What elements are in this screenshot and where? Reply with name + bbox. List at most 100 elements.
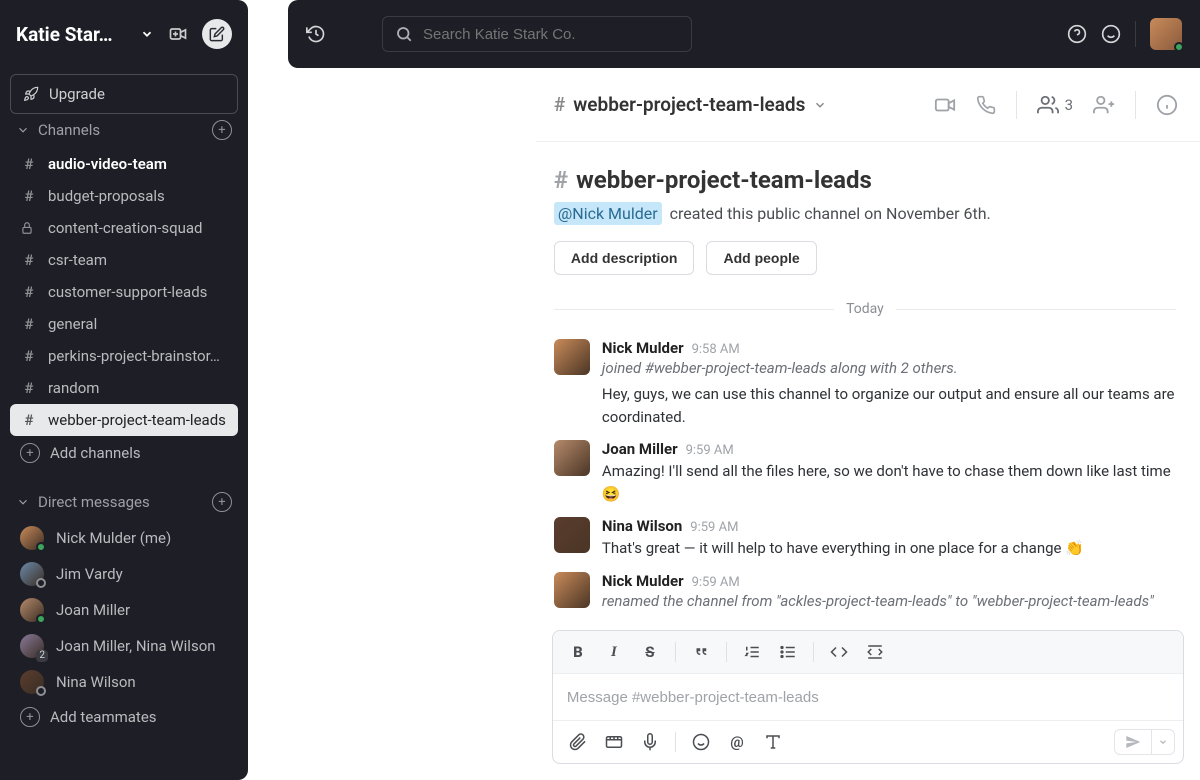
italic-button[interactable]: I	[597, 637, 631, 667]
send-options-button[interactable]	[1152, 733, 1174, 751]
phone-icon[interactable]	[976, 95, 996, 115]
composer: B I S @	[552, 630, 1184, 764]
message-author[interactable]: Nick Mulder	[602, 339, 684, 357]
codeblock-button[interactable]	[858, 637, 892, 667]
channel-item[interactable]: # customer-support-leads	[10, 276, 238, 308]
channel-item[interactable]: #webber-project-team-leads	[10, 404, 238, 436]
hash-icon: #	[20, 379, 38, 397]
video-clip-icon[interactable]	[597, 727, 631, 757]
strike-button[interactable]: S	[633, 637, 667, 667]
add-teammates-button[interactable]: + Add teammates	[10, 700, 238, 734]
hash-icon: #	[20, 411, 38, 429]
formatting-toolbar: B I S	[553, 631, 1183, 674]
code-button[interactable]	[822, 637, 856, 667]
channel-name: content-creation-squad	[48, 219, 203, 237]
channel-item[interactable]: # general	[10, 308, 238, 340]
dm-item[interactable]: Jim Vardy	[10, 556, 238, 592]
system-text: renamed the channel from "ackles-project…	[602, 592, 1176, 610]
channel-name: csr-team	[48, 251, 107, 269]
hash-icon: #	[20, 283, 38, 301]
channel-created-line: @Nick Mulder created this public channel…	[554, 204, 1176, 223]
channel-item[interactable]: #budget-proposals	[10, 180, 238, 212]
channel-item[interactable]: # audio-video-team	[10, 148, 238, 180]
channel-item[interactable]: content-creation-squad	[10, 212, 238, 244]
hash-icon: #	[20, 315, 38, 333]
channel-name: perkins-project-brainstor…	[48, 347, 220, 365]
main: # webber-project-team-leads 3 # web	[536, 0, 1200, 780]
channel-item[interactable]: # csr-team	[10, 244, 238, 276]
message-author[interactable]: Joan Miller	[602, 440, 678, 458]
dm-name: Joan Miller	[56, 601, 130, 619]
upgrade-button[interactable]: Upgrade	[10, 74, 238, 114]
dm-name: Nick Mulder (me)	[56, 529, 171, 547]
add-people-icon[interactable]	[1093, 94, 1115, 116]
channel-name: customer-support-leads	[48, 283, 207, 301]
video-add-icon[interactable]	[164, 20, 192, 48]
rocket-icon	[23, 86, 39, 102]
divider	[1016, 91, 1017, 119]
message-author[interactable]: Nina Wilson	[602, 517, 682, 535]
avatar[interactable]	[554, 572, 590, 608]
video-call-icon[interactable]	[934, 94, 956, 116]
members-button[interactable]: 3	[1037, 94, 1073, 116]
channels-section-header[interactable]: Channels +	[10, 118, 238, 148]
chevron-down-icon	[140, 27, 154, 41]
ordered-list-button[interactable]	[735, 637, 769, 667]
search-input[interactable]	[423, 26, 679, 43]
add-channels-button[interactable]: + Add channels	[10, 436, 238, 470]
compose-button[interactable]	[202, 19, 232, 49]
channel-item[interactable]: #perkins-project-brainstor…	[10, 340, 238, 372]
message-time: 9:59 AM	[692, 575, 740, 590]
channel-name: audio-video-team	[48, 155, 167, 173]
avatar[interactable]	[554, 440, 590, 476]
attach-icon[interactable]	[561, 727, 595, 757]
dm-item[interactable]: Nina Wilson	[10, 664, 238, 700]
dm-item[interactable]: Nick Mulder (me)	[10, 520, 238, 556]
avatar	[20, 526, 44, 550]
attachment-toolbar: @	[553, 720, 1183, 763]
creator-mention[interactable]: @Nick Mulder	[554, 202, 662, 225]
search-box[interactable]	[382, 16, 692, 52]
avatar[interactable]	[554, 517, 590, 553]
bullet-list-button[interactable]	[771, 637, 805, 667]
workspace-switcher[interactable]: Katie Star…	[0, 0, 248, 68]
dm-item[interactable]: 2Joan Miller, Nina Wilson	[10, 628, 238, 664]
dm-item[interactable]: Joan Miller	[10, 592, 238, 628]
hash-icon: #	[554, 166, 568, 194]
plus-icon: +	[20, 707, 40, 727]
help-icon[interactable]	[1067, 24, 1087, 44]
quote-button[interactable]	[684, 637, 718, 667]
add-channel-icon[interactable]: +	[212, 120, 232, 140]
channel-item[interactable]: #random	[10, 372, 238, 404]
message-author[interactable]: Nick Mulder	[602, 572, 684, 590]
info-icon[interactable]	[1156, 94, 1178, 116]
message: Nick Mulder 9:59 AM renamed the channel fr…	[554, 566, 1176, 621]
me-avatar[interactable]	[1150, 18, 1182, 50]
dm-name: Joan Miller, Nina Wilson	[56, 637, 216, 655]
channel-name: general	[48, 315, 97, 333]
avatar[interactable]	[554, 339, 590, 375]
upgrade-label: Upgrade	[49, 85, 105, 103]
add-people-button[interactable]: Add people	[706, 241, 816, 275]
mention-icon[interactable]: @	[720, 727, 754, 757]
channels-label: Channels	[38, 121, 100, 139]
avatar	[20, 598, 44, 622]
add-dm-icon[interactable]: +	[212, 492, 232, 512]
channel-name: webber-project-team-leads	[573, 93, 805, 116]
mic-icon[interactable]	[633, 727, 667, 757]
message-input[interactable]	[567, 689, 1169, 706]
hash-icon: #	[20, 155, 38, 173]
text-format-icon[interactable]	[756, 727, 790, 757]
emoji-icon[interactable]	[1101, 24, 1121, 44]
add-description-button[interactable]: Add description	[554, 241, 695, 275]
channel-title[interactable]: # webber-project-team-leads	[554, 93, 827, 116]
emoji-picker-icon[interactable]	[684, 727, 718, 757]
bold-button[interactable]: B	[561, 637, 595, 667]
topbar	[288, 0, 1200, 68]
history-icon[interactable]	[306, 24, 326, 44]
send-button[interactable]	[1115, 730, 1152, 754]
dm-name: Nina Wilson	[56, 673, 136, 691]
dms-section-header[interactable]: Direct messages +	[10, 484, 238, 520]
hash-icon: #	[20, 251, 38, 269]
avatar	[20, 562, 44, 586]
